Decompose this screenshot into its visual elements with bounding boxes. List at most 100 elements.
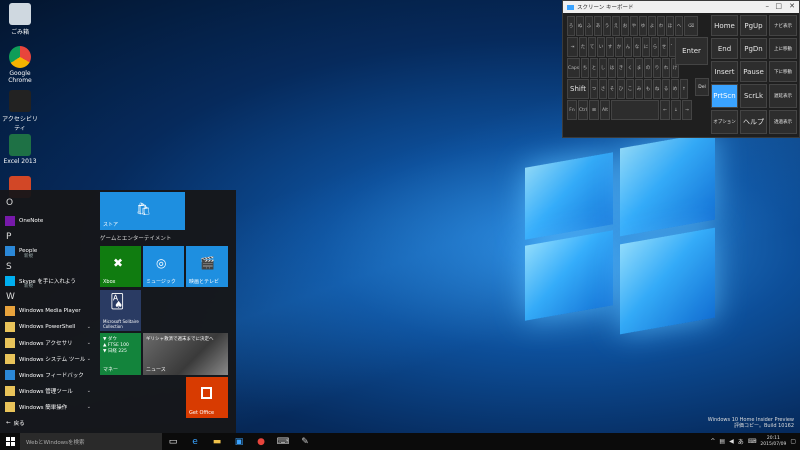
- onscreen-keyboard-taskbar-icon[interactable]: ⌨: [272, 433, 294, 450]
- osk-key[interactable]: し: [599, 58, 607, 78]
- osk-key[interactable]: ゆ: [639, 16, 647, 36]
- osk-key[interactable]: へ: [675, 16, 683, 36]
- scrlk-key[interactable]: ScrLk: [740, 84, 767, 108]
- osk-key[interactable]: き: [617, 58, 625, 78]
- file-explorer-icon[interactable]: ▬: [206, 433, 228, 450]
- osk-key[interactable]: え: [612, 16, 620, 36]
- osk-key[interactable]: と: [590, 58, 598, 78]
- close-icon[interactable]: ✕: [789, 2, 795, 10]
- maximize-icon[interactable]: □: [775, 2, 782, 10]
- osk-key[interactable]: や: [630, 16, 638, 36]
- clock[interactable]: 20:11 2015/07/09: [760, 436, 786, 448]
- app-onenote[interactable]: OneNote: [5, 214, 93, 227]
- osk-key[interactable]: こ: [626, 79, 634, 99]
- app-folder-system-tools[interactable]: Windows システム ツール ⌄: [5, 352, 93, 365]
- osk-key[interactable]: に: [642, 37, 650, 57]
- osk-key[interactable]: み: [635, 79, 643, 99]
- minimize-icon[interactable]: –: [766, 2, 770, 10]
- app-windows-media-player[interactable]: Windows Media Player: [5, 304, 93, 317]
- app-folder-accessories[interactable]: Windows アクセサリ ⌄: [5, 336, 93, 349]
- tile-movies[interactable]: 🎬 映画とテレビ: [186, 246, 228, 287]
- osk-key[interactable]: う: [603, 16, 611, 36]
- enter-key[interactable]: Enter: [675, 37, 708, 65]
- recycle-bin-icon[interactable]: ごみ箱: [0, 3, 40, 36]
- osk-key[interactable]: ふ: [585, 16, 593, 36]
- insert-key[interactable]: Insert: [711, 61, 738, 82]
- chrome-icon[interactable]: Google Chrome: [0, 46, 40, 84]
- transparency-key[interactable]: 透過表示: [769, 110, 797, 134]
- osk-key[interactable]: ほ: [666, 16, 674, 36]
- delay-display-key[interactable]: 遅延表示: [769, 84, 797, 108]
- osk-key[interactable]: ら: [651, 37, 659, 57]
- help-key[interactable]: ヘルプ: [740, 110, 767, 134]
- move-down-key[interactable]: 下に移動: [769, 61, 797, 82]
- osk-key[interactable]: ↑: [680, 79, 688, 99]
- tile-xbox[interactable]: ✖ Xbox: [100, 246, 141, 287]
- app-skype[interactable]: Skype を手に入れよう 新規: [5, 274, 93, 289]
- alt-key[interactable]: Alt: [600, 100, 610, 120]
- ime-icon[interactable]: あ: [738, 437, 744, 446]
- keyboard-tray-icon[interactable]: ⌨: [748, 438, 757, 445]
- options-key[interactable]: オプション: [711, 110, 738, 134]
- pgup-key[interactable]: PgUp: [740, 15, 767, 36]
- prtscn-key[interactable]: PrtScn: [711, 84, 738, 108]
- osk-key[interactable]: →: [682, 100, 692, 120]
- app-windows-feedback[interactable]: Windows フィードバック: [5, 368, 93, 381]
- tile-news[interactable]: ギリシャ救済で週末までに決定へ ニュース: [143, 333, 228, 375]
- pause-key[interactable]: Pause: [740, 61, 767, 82]
- shift-key[interactable]: Shift: [567, 79, 589, 99]
- osk-key[interactable]: よ: [648, 16, 656, 36]
- osk-key[interactable]: ち: [581, 58, 589, 78]
- edge-icon[interactable]: e: [184, 433, 206, 450]
- osk-key[interactable]: は: [608, 58, 616, 78]
- del-key[interactable]: Del: [695, 78, 709, 96]
- letter-header-s[interactable]: S: [6, 262, 12, 272]
- osk-key[interactable]: た: [579, 37, 587, 57]
- osk-key[interactable]: ま: [635, 58, 643, 78]
- task-view-icon[interactable]: ▭: [162, 433, 184, 450]
- osk-key[interactable]: ←: [660, 100, 670, 120]
- osk-key[interactable]: な: [633, 37, 641, 57]
- osk-key[interactable]: せ: [660, 37, 668, 57]
- chevron-up-icon[interactable]: ^: [710, 438, 715, 445]
- fn-key[interactable]: Fn: [567, 100, 577, 120]
- tile-solitaire[interactable]: 🂡 Microsoft Solitaire Collection: [100, 290, 141, 331]
- osk-key[interactable]: あ: [594, 16, 602, 36]
- tile-get-office[interactable]: Get Office: [186, 377, 228, 418]
- search-box[interactable]: WebとWindowsを検索: [20, 433, 162, 450]
- osk-key[interactable]: さ: [599, 79, 607, 99]
- osk-key[interactable]: め: [671, 79, 679, 99]
- osk-key[interactable]: て: [588, 37, 596, 57]
- letter-header-o[interactable]: O: [6, 198, 13, 208]
- osk-key[interactable]: ぬ: [576, 16, 584, 36]
- home-key[interactable]: Home: [711, 15, 738, 36]
- tile-store[interactable]: 🛍 ストア: [100, 192, 185, 230]
- tile-music[interactable]: ◎ ミュージック: [143, 246, 184, 287]
- volume-icon[interactable]: ◀: [729, 438, 734, 445]
- osk-key[interactable]: お: [621, 16, 629, 36]
- tile-money[interactable]: ▼ ダウ ▲ FTSE 100 ▼ 日経 225 マネー: [100, 333, 141, 375]
- osk-key[interactable]: る: [662, 79, 670, 99]
- osk-key[interactable]: ね: [653, 79, 661, 99]
- osk-key[interactable]: ↓: [671, 100, 681, 120]
- move-up-key[interactable]: 上に移動: [769, 38, 797, 59]
- app-people[interactable]: People 新規: [5, 244, 93, 259]
- start-button[interactable]: [0, 433, 20, 450]
- app-folder-ease-of-access[interactable]: Windows 簡単操作 ⌄: [5, 400, 93, 413]
- accessibility-taskbar-icon[interactable]: ✎: [294, 433, 316, 450]
- excel-icon[interactable]: Excel 2013: [0, 134, 40, 165]
- osk-key[interactable]: そ: [608, 79, 616, 99]
- osk-key[interactable]: ん: [624, 37, 632, 57]
- app-folder-powershell[interactable]: Windows PowerShell ⌄: [5, 320, 93, 333]
- store-icon[interactable]: ▣: [228, 433, 250, 450]
- nav-key[interactable]: ナビ表示: [769, 15, 797, 36]
- osk-key[interactable]: り: [653, 58, 661, 78]
- tab-key[interactable]: ⇥: [567, 37, 578, 57]
- pgdn-key[interactable]: PgDn: [740, 38, 767, 59]
- notifications-icon[interactable]: ▢: [790, 438, 796, 445]
- osk-key[interactable]: く: [626, 58, 634, 78]
- back-button[interactable]: ← 戻る: [6, 419, 25, 427]
- osk-key[interactable]: い: [597, 37, 605, 57]
- space-key[interactable]: [611, 100, 659, 120]
- osk-key[interactable]: す: [606, 37, 614, 57]
